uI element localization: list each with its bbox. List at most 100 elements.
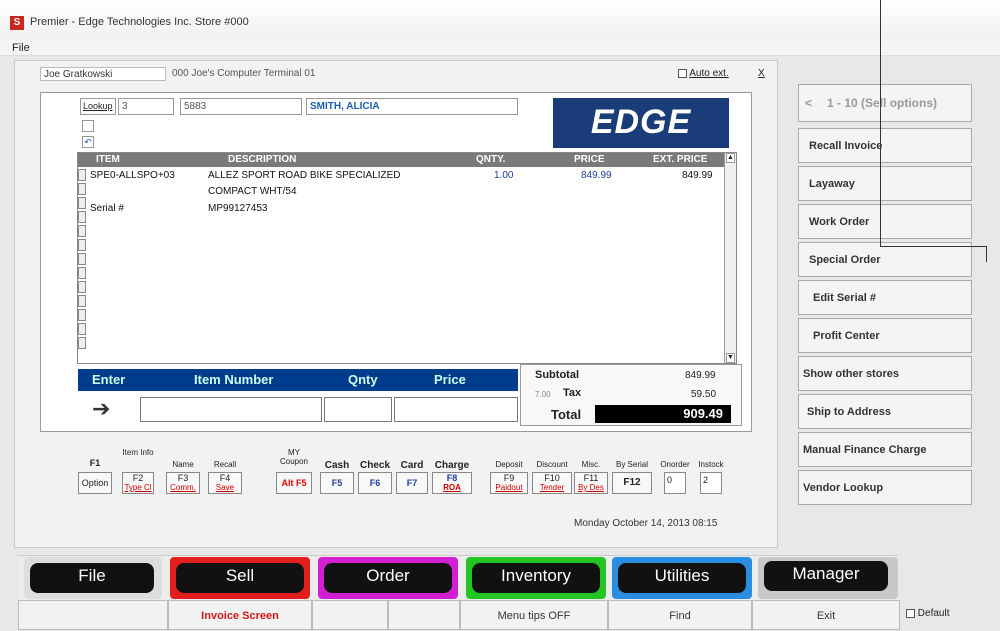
note-icon[interactable]	[82, 120, 94, 132]
recall-invoice-button[interactable]: Recall Invoice	[798, 128, 972, 163]
fkey-f11[interactable]: Misc. F11 By Des	[574, 446, 608, 500]
f5-button[interactable]: F5	[320, 472, 354, 494]
row-marker[interactable]	[78, 253, 86, 265]
lookup-button[interactable]: Lookup	[80, 98, 116, 115]
auto-ext-checkbox[interactable]: Auto ext.	[678, 68, 729, 79]
row-description[interactable]: ALLEZ SPORT ROAD BIKE SPECIALIZED	[208, 170, 400, 181]
ship-to-address-button[interactable]: Ship to Address	[798, 394, 972, 429]
grid-scrollbar[interactable]: ▲ ▼	[724, 153, 736, 363]
misc-label: Misc.	[581, 460, 601, 469]
fkey-f4[interactable]: Recall F4 Save	[208, 446, 242, 500]
row-marker[interactable]	[78, 323, 86, 335]
grid-header: ITEM DESCRIPTION QNTY. PRICE EXT. PRICE	[78, 153, 736, 167]
f2-button[interactable]: F2 Type Cl	[122, 472, 154, 494]
row-marker[interactable]	[78, 225, 86, 237]
row-marker[interactable]	[78, 309, 86, 321]
f6-button[interactable]: F6	[358, 472, 392, 494]
option-button[interactable]: Option	[78, 472, 112, 494]
row-marker[interactable]	[78, 183, 86, 195]
coupon-label: MY Coupon	[279, 448, 309, 466]
f7-button[interactable]: F7	[396, 472, 428, 494]
row-marker[interactable]	[78, 197, 86, 209]
price-label: Price	[434, 372, 466, 387]
fkey-f1[interactable]: F1 Option	[78, 446, 112, 500]
f12-button[interactable]: F12	[612, 472, 652, 494]
function-keys: F1 Option Item Info F2 Type Cl Name F3 Comm. …	[78, 446, 738, 502]
fkey-f12[interactable]: By Serial F12	[612, 446, 652, 500]
lookup-field-1[interactable]: 3	[118, 98, 174, 115]
item-number-input[interactable]	[140, 397, 322, 422]
scroll-up-icon[interactable]: ▲	[726, 153, 735, 163]
layaway-button[interactable]: Layaway	[798, 166, 972, 201]
f10-button[interactable]: F10 Tender	[532, 472, 572, 494]
tab-file[interactable]: File	[30, 563, 154, 593]
default-checkbox[interactable]: Default	[906, 608, 949, 619]
fkey-alt-f5[interactable]: MY Coupon Alt F5	[276, 446, 312, 500]
items-grid[interactable]: ITEM DESCRIPTION QNTY. PRICE EXT. PRICE …	[77, 152, 737, 364]
row-marker[interactable]	[78, 169, 86, 181]
row-marker[interactable]	[78, 337, 86, 349]
find-button[interactable]: Find	[608, 600, 752, 630]
close-button[interactable]: X	[758, 68, 765, 79]
f9-button[interactable]: F9 Paidout	[490, 472, 528, 494]
undo-icon[interactable]: ↶	[82, 136, 94, 148]
row-marker[interactable]	[78, 211, 86, 223]
special-order-button[interactable]: Special Order	[798, 242, 972, 277]
fkey-f5[interactable]: Cash F5	[320, 446, 354, 500]
menu-tips-button[interactable]: Menu tips OFF	[460, 600, 608, 630]
lookup-field-2[interactable]: 5883	[180, 98, 302, 115]
fkey-f7[interactable]: Card F7	[396, 446, 428, 500]
f4-button[interactable]: F4 Save	[208, 472, 242, 494]
row-marker[interactable]	[78, 239, 86, 251]
fkey-f6[interactable]: Check F6	[358, 446, 392, 500]
manual-finance-charge-button[interactable]: Manual Finance Charge	[798, 432, 972, 467]
row-marker[interactable]	[78, 295, 86, 307]
tab-manager[interactable]: Manager	[764, 561, 888, 591]
row-price[interactable]: 849.99	[581, 170, 612, 181]
work-order-button[interactable]: Work Order	[798, 204, 972, 239]
pager-label: 1 - 10 (Sell options)	[827, 96, 938, 110]
total-value: 909.49	[595, 405, 731, 423]
scroll-down-icon[interactable]: ▼	[726, 353, 735, 363]
fkey-f9[interactable]: Deposit F9 Paidout	[490, 446, 528, 500]
tab-sell[interactable]: Sell	[176, 563, 304, 593]
customer-name[interactable]: SMITH, ALICIA	[306, 98, 518, 115]
menu-bar: File	[0, 40, 1000, 56]
price-input[interactable]	[394, 397, 518, 422]
row-marker[interactable]	[78, 267, 86, 279]
f4-key: F4	[219, 473, 231, 483]
f3-button[interactable]: F3 Comm.	[166, 472, 200, 494]
arrow-icon: ➔	[92, 396, 111, 421]
show-other-stores-button[interactable]: Show other stores	[798, 356, 972, 391]
edit-serial-button[interactable]: Edit Serial #	[798, 280, 972, 315]
discount-label: Discount	[536, 460, 568, 469]
col-ext-price: EXT. PRICE	[653, 154, 708, 165]
fkey-f3[interactable]: Name F3 Comm.	[166, 446, 200, 500]
pager-prev-button[interactable]: <	[805, 96, 812, 110]
by-serial-label: By Serial	[615, 460, 648, 469]
menu-file[interactable]: File	[12, 42, 30, 54]
tab-order[interactable]: Order	[324, 563, 452, 593]
user-name: Joe Gratkowski	[40, 67, 166, 81]
row-marker[interactable]	[78, 281, 86, 293]
fkey-f8[interactable]: Charge F8 ROA	[432, 446, 472, 500]
row-item[interactable]: SPE0-ALLSPO+03	[90, 170, 175, 181]
row-qnty[interactable]: 1.00	[494, 170, 513, 181]
f11-sub: By Des	[578, 483, 604, 492]
vendor-lookup-button[interactable]: Vendor Lookup	[798, 470, 972, 505]
invoice-screen-button[interactable]: Invoice Screen	[168, 600, 312, 630]
f11-button[interactable]: F11 By Des	[574, 472, 608, 494]
fkey-f10[interactable]: Discount F10 Tender	[532, 446, 572, 500]
exit-button[interactable]: Exit	[752, 600, 900, 630]
qnty-input[interactable]	[324, 397, 392, 422]
f8-sub: ROA	[443, 483, 461, 492]
fkey-f2[interactable]: Item Info F2 Type Cl	[122, 446, 154, 500]
f8-button[interactable]: F8 ROA	[432, 472, 472, 494]
options-pager[interactable]: < 1 - 10 (Sell options)	[798, 84, 972, 122]
tab-inventory[interactable]: Inventory	[472, 563, 600, 593]
profit-center-button[interactable]: Profit Center	[798, 318, 972, 353]
subtotal-label: Subtotal	[535, 369, 579, 381]
app-icon: S	[10, 16, 24, 30]
alt-f5-button[interactable]: Alt F5	[276, 472, 312, 494]
tab-utilities[interactable]: Utilities	[618, 563, 746, 593]
